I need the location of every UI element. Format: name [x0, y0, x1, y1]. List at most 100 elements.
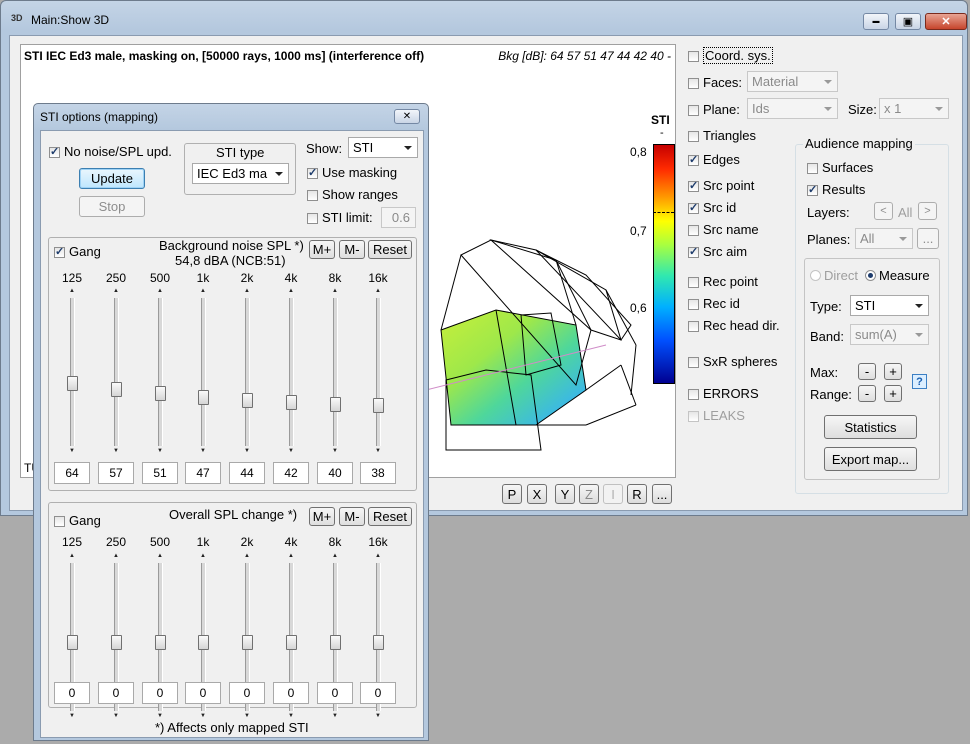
slider-thumb[interactable] — [330, 635, 341, 650]
band-value-input[interactable]: 0 — [317, 682, 353, 704]
help-icon[interactable]: ? — [912, 374, 927, 389]
plane-select[interactable]: Ids — [747, 98, 838, 119]
src-aim-checkbox[interactable]: Src aim — [688, 244, 747, 259]
slider-down-arrow-icon[interactable]: ▼ — [155, 713, 165, 719]
planes-more-button[interactable]: ... — [917, 228, 939, 249]
view-p-button[interactable]: P — [502, 484, 522, 504]
slider-thumb[interactable] — [242, 635, 253, 650]
spl-reset-button[interactable]: Reset — [368, 507, 412, 526]
band-value-input[interactable]: 0 — [98, 682, 134, 704]
band-value-input[interactable]: 42 — [273, 462, 309, 484]
band-value-input[interactable]: 0 — [229, 682, 265, 704]
show-ranges-checkbox[interactable]: Show ranges — [307, 187, 398, 202]
rec-point-checkbox[interactable]: Rec point — [688, 274, 758, 289]
slider-up-arrow-icon[interactable]: ▲ — [111, 288, 121, 294]
slider-up-arrow-icon[interactable]: ▲ — [330, 288, 340, 294]
slider-thumb[interactable] — [373, 398, 384, 413]
slider-track[interactable] — [245, 298, 250, 446]
bg-mminus-button[interactable]: M- — [339, 240, 365, 259]
max-minus-button[interactable]: - — [858, 363, 876, 380]
slider-up-arrow-icon[interactable]: ▲ — [242, 553, 252, 559]
spl-gang-checkbox[interactable]: Gang — [54, 513, 101, 528]
band-value-input[interactable]: 47 — [185, 462, 221, 484]
src-name-checkbox[interactable]: Src name — [688, 222, 759, 237]
options-close-button[interactable]: ✕ — [394, 109, 420, 124]
band-value-input[interactable]: 44 — [229, 462, 265, 484]
faces-checkbox[interactable]: Faces: — [688, 75, 742, 90]
bg-mplus-button[interactable]: M+ — [309, 240, 335, 259]
maximize-button[interactable]: ▣ — [895, 13, 921, 30]
band-value-input[interactable]: 0 — [273, 682, 309, 704]
slider-track[interactable] — [114, 298, 119, 446]
use-masking-checkbox[interactable]: Use masking — [307, 165, 397, 180]
rec-head-dir-checkbox[interactable]: Rec head dir. — [688, 318, 780, 333]
size-select[interactable]: x 1 — [879, 98, 949, 119]
plane-checkbox[interactable]: Plane: — [688, 102, 740, 117]
slider-track[interactable] — [158, 298, 163, 446]
sti-type-select[interactable]: IEC Ed3 ma — [192, 163, 289, 184]
slider-up-arrow-icon[interactable]: ▲ — [330, 553, 340, 559]
slider-thumb[interactable] — [67, 635, 78, 650]
results-checkbox[interactable]: Results — [807, 182, 865, 197]
slider-down-arrow-icon[interactable]: ▼ — [242, 448, 252, 454]
close-button[interactable]: ✕ — [925, 13, 967, 30]
surfaces-checkbox[interactable]: Surfaces — [807, 160, 873, 175]
slider-down-arrow-icon[interactable]: ▼ — [373, 448, 383, 454]
view-x-button[interactable]: X — [527, 484, 547, 504]
slider-down-arrow-icon[interactable]: ▼ — [67, 448, 77, 454]
slider-track[interactable] — [70, 298, 75, 446]
slider-down-arrow-icon[interactable]: ▼ — [242, 713, 252, 719]
slider-down-arrow-icon[interactable]: ▼ — [286, 713, 296, 719]
minimize-button[interactable]: ▬ — [863, 13, 889, 30]
errors-checkbox[interactable]: ERRORS — [688, 386, 759, 401]
band-value-input[interactable]: 57 — [98, 462, 134, 484]
slider-track[interactable] — [289, 298, 294, 446]
update-button[interactable]: Update — [79, 168, 145, 189]
slider-up-arrow-icon[interactable]: ▲ — [373, 288, 383, 294]
slider-down-arrow-icon[interactable]: ▼ — [198, 448, 208, 454]
sti-limit-checkbox[interactable]: STI limit: — [307, 210, 373, 225]
slider-thumb[interactable] — [373, 635, 384, 650]
slider-up-arrow-icon[interactable]: ▲ — [198, 553, 208, 559]
range-plus-button[interactable]: + — [884, 385, 902, 402]
slider-track[interactable] — [201, 298, 206, 446]
slider-up-arrow-icon[interactable]: ▲ — [242, 288, 252, 294]
export-map-button[interactable]: Export map... — [824, 447, 917, 471]
slider-up-arrow-icon[interactable]: ▲ — [286, 288, 296, 294]
slider-up-arrow-icon[interactable]: ▲ — [198, 288, 208, 294]
band-value-input[interactable]: 0 — [360, 682, 396, 704]
slider-thumb[interactable] — [242, 393, 253, 408]
band-select[interactable]: sum(A) — [850, 324, 929, 345]
slider-track[interactable] — [333, 298, 338, 446]
range-minus-button[interactable]: - — [858, 385, 876, 402]
bg-reset-button[interactable]: Reset — [368, 240, 412, 259]
view-more-button[interactable]: ... — [652, 484, 672, 504]
measure-radio[interactable]: Measure — [865, 268, 930, 283]
slider-down-arrow-icon[interactable]: ▼ — [330, 448, 340, 454]
triangles-checkbox[interactable]: Triangles — [688, 128, 756, 143]
slider-thumb[interactable] — [286, 635, 297, 650]
view-i-button[interactable]: I — [603, 484, 623, 504]
spl-mminus-button[interactable]: M- — [339, 507, 365, 526]
slider-thumb[interactable] — [111, 635, 122, 650]
coord-sys-checkbox[interactable]: Coord. sys. — [688, 47, 773, 64]
bg-gang-checkbox[interactable]: Gang — [54, 244, 101, 259]
slider-up-arrow-icon[interactable]: ▲ — [67, 553, 77, 559]
slider-down-arrow-icon[interactable]: ▼ — [67, 713, 77, 719]
slider-thumb[interactable] — [155, 635, 166, 650]
leaks-checkbox[interactable]: LEAKS — [688, 408, 745, 423]
band-value-input[interactable]: 38 — [360, 462, 396, 484]
slider-down-arrow-icon[interactable]: ▼ — [330, 713, 340, 719]
sxr-spheres-checkbox[interactable]: SxR spheres — [688, 354, 777, 369]
max-plus-button[interactable]: + — [884, 363, 902, 380]
spl-mplus-button[interactable]: M+ — [309, 507, 335, 526]
type-select[interactable]: STI — [850, 295, 929, 316]
slider-thumb[interactable] — [111, 382, 122, 397]
slider-thumb[interactable] — [198, 390, 209, 405]
statistics-button[interactable]: Statistics — [824, 415, 917, 439]
show-select[interactable]: STI — [348, 137, 418, 158]
band-value-input[interactable]: 40 — [317, 462, 353, 484]
slider-down-arrow-icon[interactable]: ▼ — [198, 713, 208, 719]
slider-thumb[interactable] — [198, 635, 209, 650]
slider-track[interactable] — [376, 298, 381, 446]
